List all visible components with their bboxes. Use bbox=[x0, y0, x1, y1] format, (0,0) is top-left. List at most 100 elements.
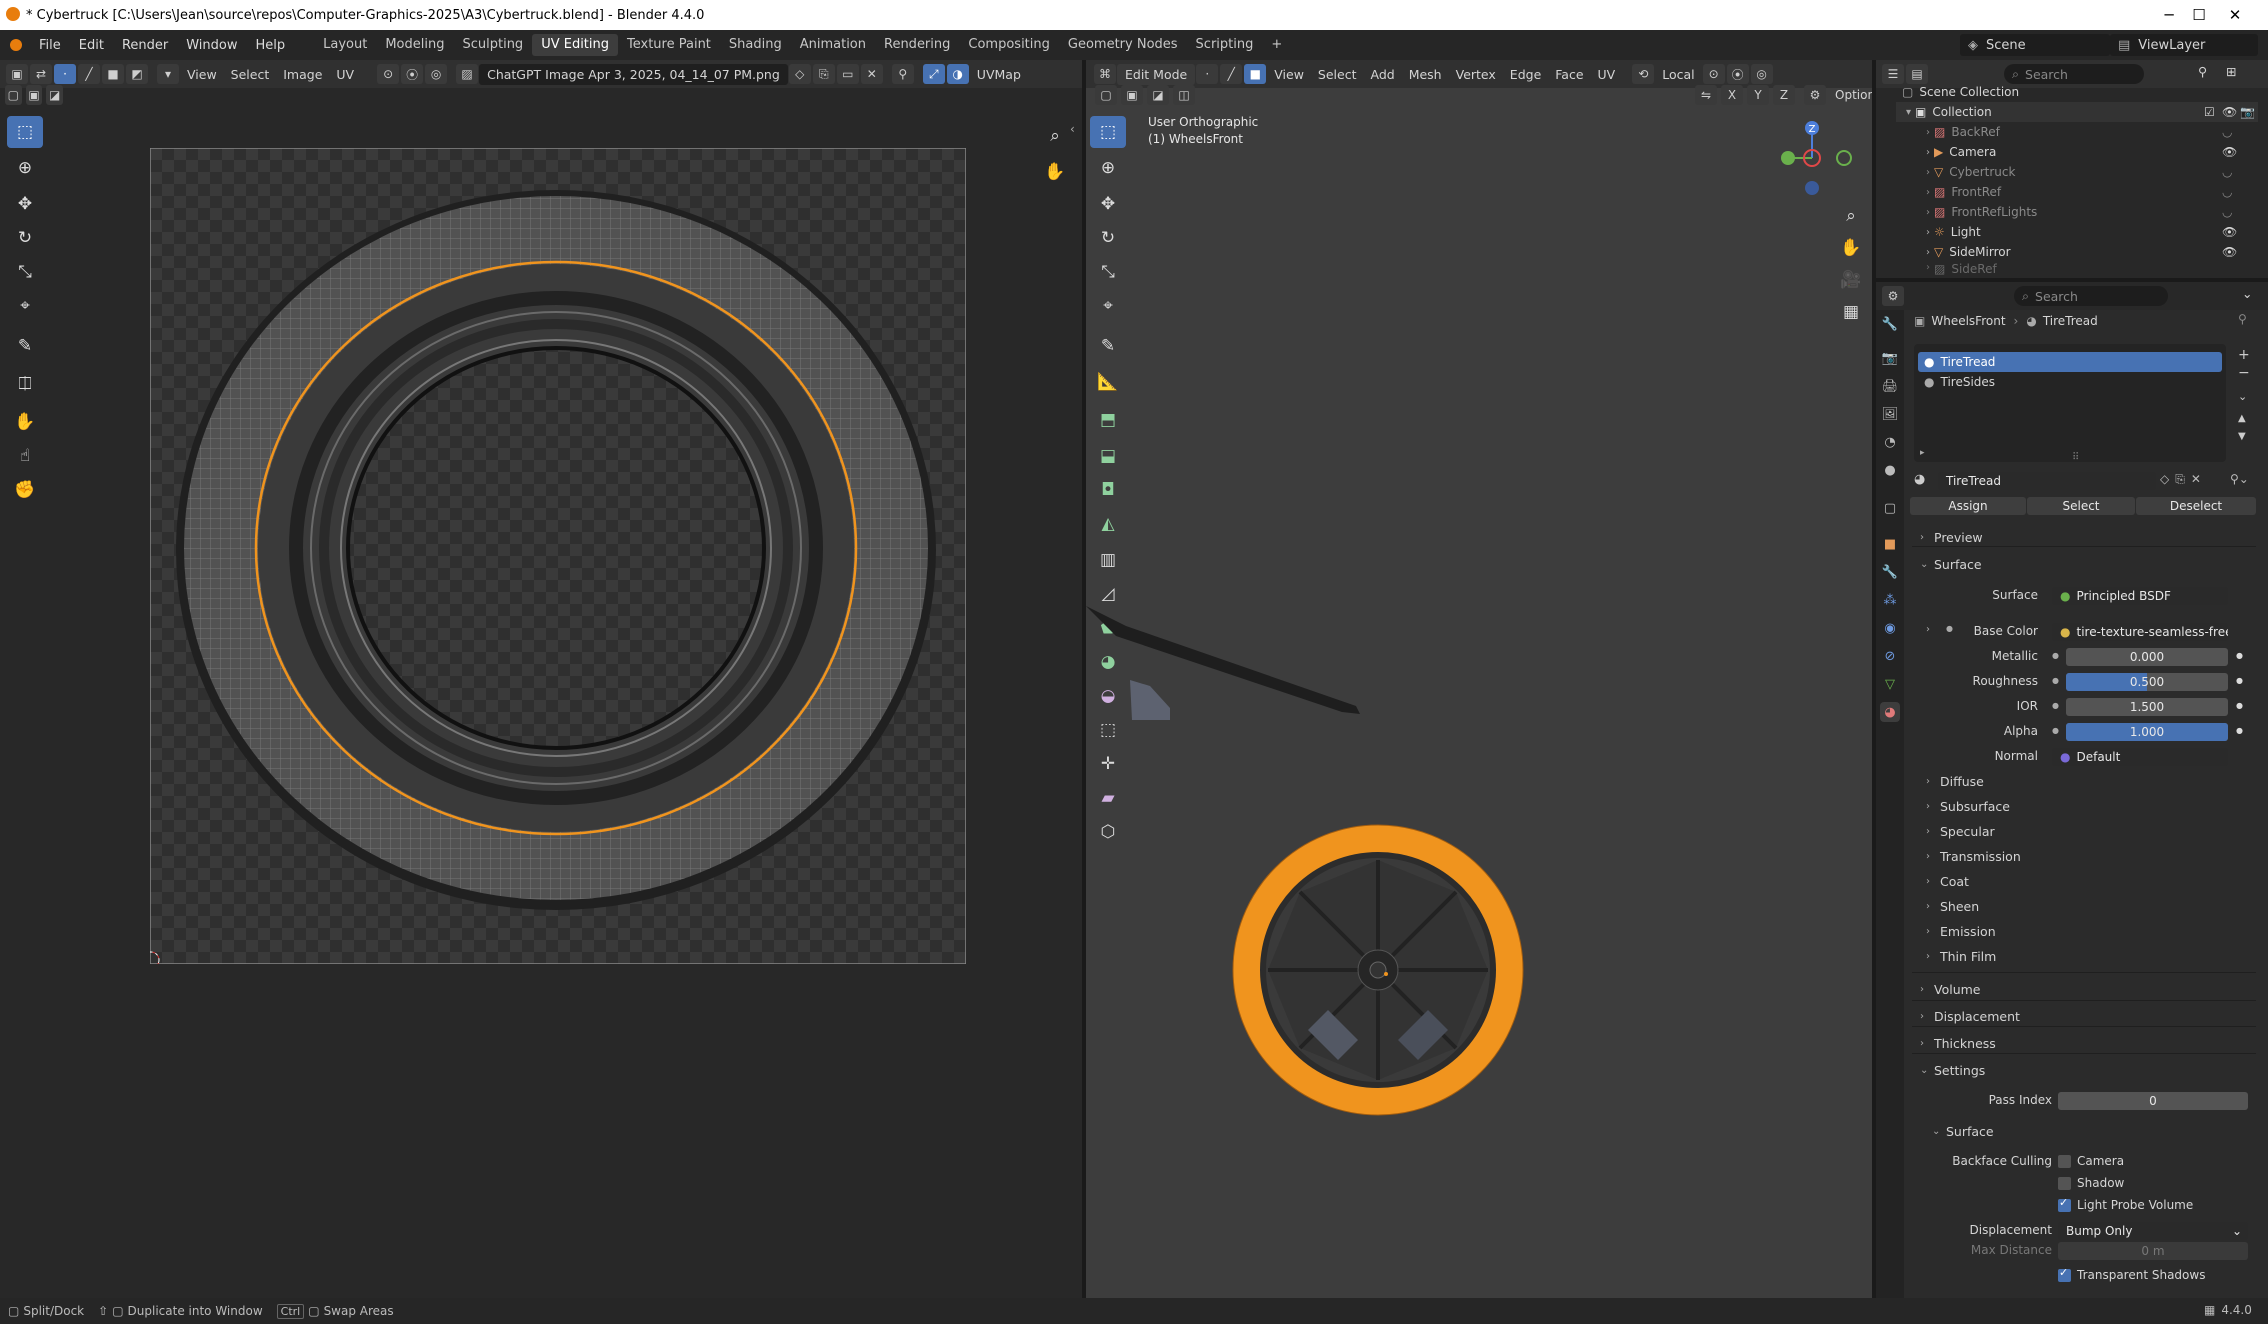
material-browse-icon[interactable]: ◕ bbox=[1914, 472, 1932, 490]
panel-preview[interactable]: › Preview bbox=[1920, 530, 1983, 545]
base-color-field[interactable]: ●tire-texture-seamless-free.... bbox=[2052, 623, 2228, 641]
image-unlink-icon[interactable]: ✕ bbox=[860, 64, 883, 84]
uv-menu-view[interactable]: View bbox=[180, 67, 224, 82]
tool-tab-icon[interactable]: 🔧 bbox=[1880, 314, 1900, 334]
duplicate-material-icon[interactable]: ⎘ bbox=[2175, 472, 2185, 487]
ior-field[interactable]: 1.500 bbox=[2066, 698, 2228, 716]
base-color-expand-icon[interactable]: › bbox=[1926, 624, 1930, 635]
select-subtract-icon[interactable]: ◪ bbox=[46, 85, 64, 105]
rotate-tool[interactable]: ↻ bbox=[7, 222, 43, 254]
object-tab-icon[interactable]: ■ bbox=[1880, 534, 1900, 554]
pinch-tool[interactable]: ✊ bbox=[7, 474, 43, 506]
pivot-icon[interactable]: ⊙ bbox=[377, 64, 400, 84]
alpha-slider[interactable]: 1.000 bbox=[2066, 723, 2228, 741]
slot-menu-icon[interactable]: ⌄ bbox=[2238, 388, 2250, 406]
surface-shader-field[interactable]: ● Principled BSDF bbox=[2052, 587, 2228, 605]
display-mode-icon[interactable]: ▤ bbox=[1906, 64, 1928, 84]
uv-menu-image[interactable]: Image bbox=[276, 67, 329, 82]
vp-select-subtract-icon[interactable]: ◪ bbox=[1147, 85, 1169, 105]
data-tab-icon[interactable]: ▽ bbox=[1880, 674, 1900, 694]
gizmo-icon[interactable]: ⤢ bbox=[922, 64, 945, 84]
pass-index-field[interactable]: 0 bbox=[2058, 1092, 2248, 1110]
view-layer-tab-icon[interactable]: 🖼 bbox=[1880, 404, 1900, 424]
subpanel-sheen[interactable]: › Sheen bbox=[1926, 899, 1979, 914]
pivot-point-icon[interactable]: ⊙ bbox=[1702, 64, 1725, 84]
backface-camera-option[interactable]: Camera bbox=[2058, 1154, 2124, 1168]
panel-volume[interactable]: › Volume bbox=[1920, 982, 1981, 997]
tab-uv-editing[interactable]: UV Editing bbox=[532, 34, 619, 56]
subpanel-coat[interactable]: › Coat bbox=[1926, 874, 1969, 889]
expand-icon[interactable]: › bbox=[1926, 262, 1930, 273]
subpanel-transmission[interactable]: › Transmission bbox=[1926, 849, 2021, 864]
vp-menu-add[interactable]: Add bbox=[1363, 67, 1401, 82]
snap-icon[interactable]: ⦿ bbox=[401, 64, 424, 84]
viewport-scene[interactable] bbox=[1086, 120, 1872, 1280]
vp-menu-face[interactable]: Face bbox=[1548, 67, 1590, 82]
outliner-type-icon[interactable]: ☰ bbox=[1882, 64, 1904, 84]
panel-surface[interactable]: ⌄ Surface bbox=[1920, 557, 1982, 572]
viewport-proportional-icon[interactable]: ◎ bbox=[1750, 64, 1773, 84]
eye-icon[interactable]: 👁 bbox=[2222, 145, 2237, 159]
hidden-icon[interactable]: ◡ bbox=[2222, 165, 2232, 179]
face-mode-icon[interactable]: ■ bbox=[1244, 64, 1267, 84]
tab-geometry-nodes[interactable]: Geometry Nodes bbox=[1059, 34, 1187, 56]
panel-settings[interactable]: ⌄ Settings bbox=[1920, 1063, 1985, 1078]
viewport-editor-type-icon[interactable]: ⌘ bbox=[1094, 64, 1116, 84]
blender-menu-icon[interactable] bbox=[10, 39, 22, 51]
mirror-y[interactable]: Y bbox=[1747, 85, 1769, 105]
relax-tool[interactable]: ☝ bbox=[7, 440, 43, 472]
outliner-item-cybertruck[interactable]: › ▽ Cybertruck ◡ bbox=[1896, 162, 2258, 182]
metallic-slider[interactable]: 0.000 bbox=[2066, 648, 2228, 666]
select-button[interactable]: Select bbox=[2027, 497, 2135, 515]
vertex-select-icon[interactable]: · bbox=[54, 64, 76, 84]
image-browse-icon[interactable]: ▨ bbox=[456, 64, 479, 84]
add-slot-icon[interactable]: + bbox=[2238, 346, 2250, 364]
properties-type-icon[interactable]: ⚙ bbox=[1882, 286, 1904, 306]
vp-menu-mesh[interactable]: Mesh bbox=[1402, 67, 1449, 82]
expand-icon[interactable]: › bbox=[1926, 207, 1930, 218]
mode-dropdown[interactable]: Edit Mode bbox=[1117, 63, 1196, 85]
material-tab-icon[interactable]: ◕ bbox=[1880, 702, 1900, 722]
roughness-keyframe-icon[interactable]: ● bbox=[2236, 676, 2243, 685]
outliner-root[interactable]: ▢ Scene Collection bbox=[1896, 82, 2258, 102]
scene-tab-icon[interactable]: ◔ bbox=[1880, 432, 1900, 452]
viewlayer-selector[interactable]: ▤ ViewLayer bbox=[2110, 34, 2258, 56]
uv-menu-uv[interactable]: UV bbox=[329, 67, 361, 82]
transform-orientation[interactable]: Local bbox=[1655, 67, 1701, 82]
outliner-item-sideref[interactable]: › ▨ SideRef bbox=[1896, 262, 2258, 276]
tab-scripting[interactable]: Scripting bbox=[1187, 34, 1263, 56]
world-tab-icon[interactable]: ● bbox=[1880, 460, 1900, 480]
image-open-icon[interactable]: ▭ bbox=[836, 64, 859, 84]
menu-file[interactable]: File bbox=[30, 38, 70, 53]
new-collection-icon[interactable]: ⊞ bbox=[2226, 64, 2236, 79]
mode-dropdown-icon[interactable]: ▾ bbox=[157, 64, 179, 84]
sidebar-toggle-icon[interactable]: ‹ bbox=[1070, 122, 1075, 136]
menu-edit[interactable]: Edit bbox=[70, 38, 113, 53]
link-dropdown-icon[interactable]: ⚲⌄ bbox=[2230, 472, 2249, 486]
expand-icon[interactable]: › bbox=[1926, 147, 1930, 158]
expand-icon[interactable]: › bbox=[1926, 227, 1930, 238]
edge-mode-icon[interactable]: ╱ bbox=[1220, 64, 1243, 84]
outliner-filter-icon[interactable]: ⚲ bbox=[2198, 64, 2207, 79]
camera-checkbox[interactable] bbox=[2058, 1154, 2071, 1168]
outliner-item-frontref[interactable]: › ▨ FrontRef ◡ bbox=[1896, 182, 2258, 202]
expand-icon[interactable]: › bbox=[1926, 127, 1930, 138]
expand-icon[interactable]: › bbox=[1926, 187, 1930, 198]
metallic-keyframe-icon[interactable]: ● bbox=[2236, 651, 2243, 660]
max-distance-field[interactable]: 0 m bbox=[2058, 1242, 2248, 1260]
remove-slot-icon[interactable]: − bbox=[2238, 364, 2250, 382]
island-select-icon[interactable]: ◩ bbox=[126, 64, 148, 84]
transform-tool[interactable]: ⌖ bbox=[7, 290, 43, 322]
checkbox-icon[interactable]: ☑ bbox=[2204, 105, 2215, 119]
close-button[interactable]: ✕ bbox=[2202, 0, 2268, 30]
scale-tool[interactable]: ⤡ bbox=[7, 256, 43, 288]
eye-icon[interactable]: 👁 bbox=[2222, 225, 2237, 239]
pin-properties-icon[interactable]: ⚲ bbox=[2238, 312, 2247, 326]
subpanel-emission[interactable]: › Emission bbox=[1926, 924, 1996, 939]
tab-layout[interactable]: Layout bbox=[314, 34, 376, 56]
edge-select-icon[interactable]: ╱ bbox=[78, 64, 100, 84]
render-tab-icon[interactable]: 📷 bbox=[1880, 348, 1900, 368]
constraints-tab-icon[interactable]: ⊘ bbox=[1880, 646, 1900, 666]
vp-select-new-icon[interactable]: ▢ bbox=[1095, 85, 1117, 105]
expand-icon[interactable]: ▾ bbox=[1906, 107, 1911, 118]
